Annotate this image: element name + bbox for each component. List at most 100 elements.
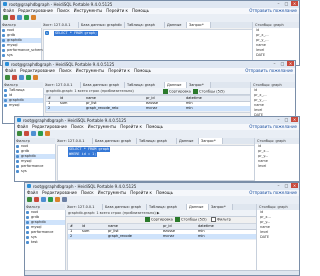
disconnect-icon[interactable] xyxy=(34,197,39,202)
tab-query[interactable]: Запрос* xyxy=(187,22,211,28)
table-cell[interactable]: graph_recode xyxy=(108,234,132,239)
sort-checkbox[interactable] xyxy=(163,89,168,94)
save-icon[interactable] xyxy=(62,197,67,202)
tree-item-test[interactable]: test xyxy=(25,240,65,245)
table-cell[interactable]: min xyxy=(186,106,193,111)
sql-editor[interactable]: SELECT * FROM graph WHERE id = 1; xyxy=(57,145,255,181)
minimize-button[interactable]: – xyxy=(275,183,282,188)
table-row[interactable]: 2 graph_recode mcnar min xyxy=(68,234,258,240)
close-button[interactable]: × xyxy=(291,183,298,188)
stop-icon[interactable] xyxy=(45,131,50,136)
tab-database[interactable]: База данных: graph xyxy=(93,138,137,144)
connect-icon[interactable] xyxy=(17,131,22,136)
tab-host[interactable]: Хост: 127.0.0.1 xyxy=(41,22,79,28)
connect-icon[interactable] xyxy=(5,75,10,80)
tree-item-sys[interactable]: sys xyxy=(1,53,41,58)
tree-label: sys xyxy=(7,53,13,57)
window-title: root@graphdbgraph - HeidiSQL Portable 9.… xyxy=(23,118,127,123)
table-cell[interactable]: 2 xyxy=(48,106,50,111)
tree-label: grdb xyxy=(7,33,16,37)
run-icon[interactable] xyxy=(38,131,43,136)
maximize-button[interactable]: □ xyxy=(283,1,290,6)
refresh-icon[interactable] xyxy=(19,75,24,80)
database-icon xyxy=(26,216,29,219)
tree-label: mysql xyxy=(7,43,18,47)
columns-toggle[interactable]: Столбцы (5/5) xyxy=(175,217,207,223)
refresh-icon[interactable] xyxy=(17,15,22,20)
filter-toggle[interactable]: Фильтр xyxy=(211,217,231,223)
run-icon[interactable] xyxy=(26,75,31,80)
close-button[interactable]: × xyxy=(287,61,294,66)
refresh-icon[interactable] xyxy=(41,197,46,202)
stop-icon[interactable] xyxy=(55,197,60,202)
filter-checkbox[interactable] xyxy=(211,217,216,222)
tab-data[interactable]: Данные xyxy=(165,22,187,28)
tab-table[interactable]: Таблица: graph xyxy=(137,138,177,144)
data-grid[interactable]: # id name pr_id datetime 1 sum pr_list e… xyxy=(45,95,253,113)
heidisql-window-1: root@graphdbgraph - HeidiSQL Portable 9.… xyxy=(0,0,300,66)
sort-label: Сортировка xyxy=(169,89,191,94)
connect-icon[interactable] xyxy=(27,197,32,202)
tree-label: id xyxy=(9,93,13,97)
refresh-icon[interactable] xyxy=(31,131,36,136)
maximize-button[interactable]: □ xyxy=(279,61,286,66)
columns-toggle[interactable]: Столбцы (5/5) xyxy=(193,89,225,95)
table-cell[interactable]: graph_recode_relo xyxy=(86,106,118,111)
tab-data[interactable]: Данные xyxy=(177,138,199,144)
database-icon xyxy=(2,39,5,42)
sql-text-selected[interactable]: SELECT * FROM graph; xyxy=(54,31,99,36)
tab-query[interactable]: Запрос* xyxy=(199,138,223,144)
minimize-button[interactable]: – xyxy=(275,1,282,6)
run-icon[interactable] xyxy=(48,197,53,202)
stop-icon[interactable] xyxy=(33,75,38,80)
sql-line-2[interactable]: WHERE id = 1; xyxy=(68,152,98,157)
database-icon xyxy=(16,150,19,153)
table-row[interactable]: 2 graph_recode_relo mcnar min xyxy=(46,106,252,112)
data-grid[interactable]: # id name pr_id datetime 1 sum pr_list e… xyxy=(67,223,259,275)
table-cell[interactable]: min xyxy=(198,234,205,239)
minimize-button[interactable]: – xyxy=(271,61,278,66)
stop-icon[interactable] xyxy=(31,15,36,20)
tree-label: sys xyxy=(21,169,27,173)
tree-item-mysql[interactable]: mysql xyxy=(3,103,43,108)
heidisql-window-3: root@graphdbgraph - HeidiSQL Portable 9.… xyxy=(14,116,300,182)
table-cell[interactable]: 2 xyxy=(70,234,72,239)
sort-checkbox[interactable] xyxy=(145,217,150,222)
tree-label: graphdb xyxy=(21,154,36,158)
column-item[interactable]: level xyxy=(255,164,299,169)
result-label: graphdb.graph: 1 всего строк (приблизите… xyxy=(66,210,258,217)
column-icon xyxy=(4,94,7,97)
columns-panel: Столбцы: graph id pr_x... pr_y... name l… xyxy=(254,138,299,181)
table-cell[interactable]: mcnar xyxy=(163,234,174,239)
sort-toggle[interactable]: Сортировка xyxy=(163,89,191,95)
tab-host[interactable]: Хост: 127.0.0.1 xyxy=(55,138,93,144)
app-icon xyxy=(17,118,21,122)
disconnect-icon[interactable] xyxy=(12,75,17,80)
column-item[interactable]: DATE xyxy=(253,53,299,58)
close-button[interactable]: × xyxy=(291,117,298,122)
columns-checkbox[interactable] xyxy=(175,217,180,222)
db-tree: Фильтр root grdb graphdb mysql performan… xyxy=(25,204,66,275)
database-icon xyxy=(26,226,29,229)
database-icon xyxy=(16,155,19,158)
column-item[interactable]: DATE xyxy=(257,235,299,240)
disconnect-icon[interactable] xyxy=(10,15,15,20)
tree-label: root xyxy=(21,144,29,148)
tab-table[interactable]: Таблица: graph xyxy=(125,22,165,28)
run-icon[interactable] xyxy=(24,15,29,20)
maximize-button[interactable]: □ xyxy=(283,117,290,122)
close-button[interactable]: × xyxy=(291,1,298,6)
tree-label: root xyxy=(7,28,15,32)
sort-toggle[interactable]: Сортировка xyxy=(145,217,173,223)
minimize-button[interactable]: – xyxy=(275,117,282,122)
tree-label: mysql xyxy=(31,225,42,229)
tree-item-sys[interactable]: sys xyxy=(15,169,55,174)
maximize-button[interactable]: □ xyxy=(283,183,290,188)
table-cell[interactable]: mcnar xyxy=(146,106,157,111)
app-icon xyxy=(5,62,9,66)
tab-database[interactable]: База данных: graphdb xyxy=(79,22,125,28)
heidisql-window-4: root@graphdbgraph - HeidiSQL Portable 9.… xyxy=(24,182,300,276)
connect-icon[interactable] xyxy=(3,15,8,20)
disconnect-icon[interactable] xyxy=(24,131,29,136)
columns-checkbox[interactable] xyxy=(193,89,198,94)
